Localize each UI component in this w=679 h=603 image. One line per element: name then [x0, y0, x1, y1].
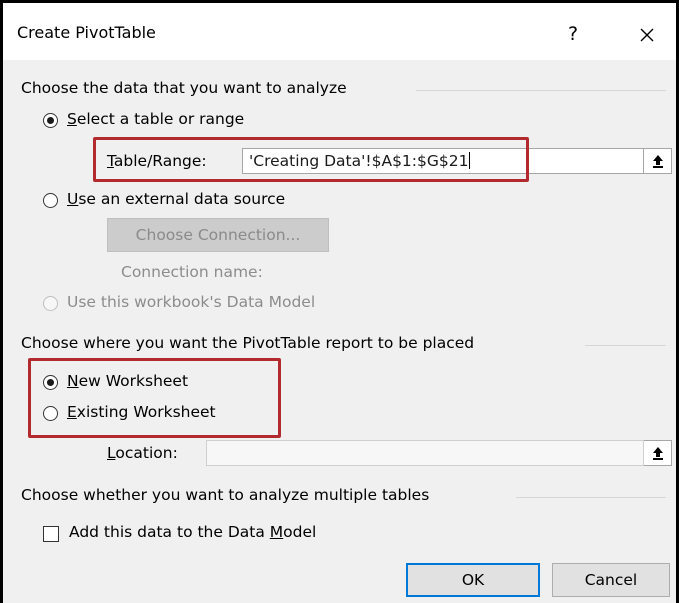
help-button[interactable]: ?	[555, 17, 591, 51]
section-divider	[585, 345, 666, 346]
close-button[interactable]	[625, 17, 669, 51]
existing-worksheet-label[interactable]: Existing Worksheet	[67, 403, 216, 421]
choose-connection-button[interactable]: Choose Connection...	[107, 218, 329, 252]
analyze-section-heading: Choose the data that you want to analyze	[21, 79, 347, 97]
select-table-label[interactable]: Select a table or range	[67, 110, 244, 128]
data-model-checkbox-label[interactable]: Add this data to the Data Model	[69, 523, 316, 541]
table-range-label: Table/Range:	[107, 152, 207, 170]
data-model-label[interactable]: Use this workbook's Data Model	[67, 293, 315, 311]
dialog-body: Choose the data that you want to analyze…	[3, 60, 676, 603]
existing-worksheet-radio[interactable]	[43, 406, 58, 421]
multiple-tables-heading: Choose whether you want to analyze multi…	[21, 486, 430, 504]
section-divider	[516, 497, 666, 498]
title-bar: Create PivotTable ?	[3, 3, 676, 60]
select-table-radio[interactable]	[43, 113, 58, 128]
collapse-dialog-icon	[652, 447, 663, 460]
dialog-title: Create PivotTable	[17, 23, 156, 42]
cancel-button[interactable]: Cancel	[552, 563, 670, 597]
section-divider	[416, 90, 666, 91]
placement-highlight	[28, 358, 281, 438]
data-model-radio[interactable]	[43, 296, 58, 311]
new-worksheet-label[interactable]: New Worksheet	[67, 372, 188, 390]
table-range-input[interactable]: 'Creating Data'!$A$1:$G$21	[242, 148, 644, 174]
table-range-picker-button[interactable]	[644, 148, 672, 174]
close-icon	[640, 28, 654, 41]
placement-section-heading: Choose where you want the PivotTable rep…	[21, 334, 475, 352]
help-icon: ?	[567, 23, 579, 45]
connection-name-label: Connection name:	[121, 263, 263, 281]
external-source-label[interactable]: Use an external data source	[67, 190, 285, 208]
location-input[interactable]	[206, 440, 644, 466]
location-picker-button[interactable]	[644, 440, 672, 466]
collapse-dialog-icon	[652, 155, 663, 168]
ok-button[interactable]: OK	[406, 563, 540, 597]
new-worksheet-radio[interactable]	[43, 375, 58, 390]
external-source-radio[interactable]	[43, 193, 58, 208]
data-model-checkbox[interactable]	[43, 526, 59, 542]
create-pivottable-dialog: Create PivotTable ? Choose the data that…	[0, 0, 679, 603]
location-label: Location:	[107, 444, 178, 462]
